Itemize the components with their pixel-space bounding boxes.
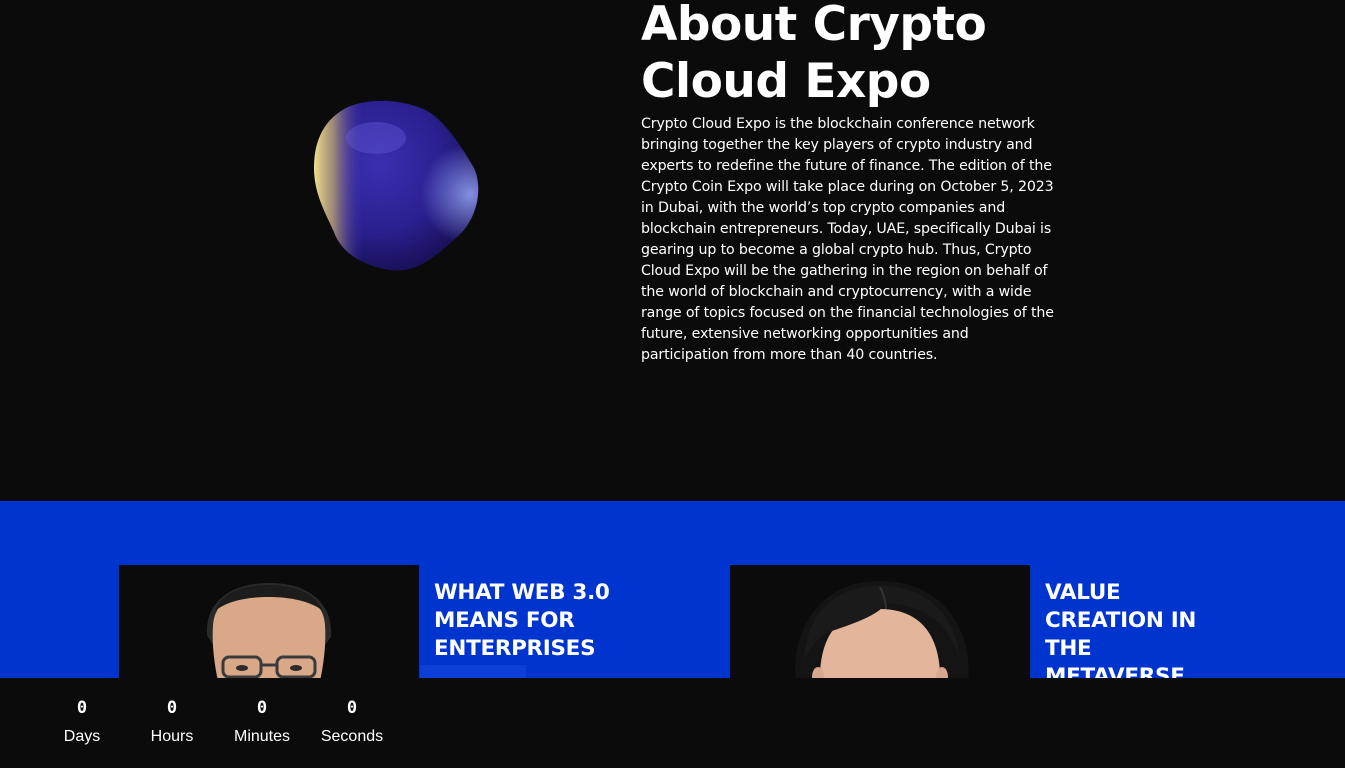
countdown-minutes: 0 Minutes	[217, 696, 307, 746]
3d-blob-graphic	[314, 100, 479, 271]
countdown-minutes-label: Minutes	[233, 728, 291, 745]
countdown-bar: 0 Days 0 Hours 0 Minutes 0 Seconds	[0, 678, 1345, 768]
countdown-hours-value: 0	[166, 698, 178, 718]
countdown-hours: 0 Hours	[127, 696, 217, 746]
sessions-section: WHAT WEB 3.0 MEANS FOR ENTERPRISES VALUE…	[0, 501, 1345, 678]
countdown-minutes-value: 0	[256, 698, 268, 718]
about-section: About Crypto Cloud Expo Crypto Cloud Exp…	[0, 0, 1345, 501]
countdown-seconds-value: 0	[346, 698, 358, 718]
speaker-photo-2	[730, 565, 1030, 678]
countdown-seconds: 0 Seconds	[307, 696, 397, 746]
about-title: About Crypto Cloud Expo	[641, 0, 987, 109]
speaker-portrait-woman	[795, 581, 969, 678]
speaker-photo-1	[119, 565, 419, 678]
countdown-days-label: Days	[63, 728, 101, 745]
countdown-hours-label: Hours	[150, 728, 194, 745]
speaker-portrait-man	[206, 583, 332, 678]
countdown-days-value: 0	[76, 698, 88, 718]
session-tag-strip	[420, 665, 526, 678]
countdown-seconds-label: Seconds	[320, 728, 384, 745]
session-title-1[interactable]: WHAT WEB 3.0 MEANS FOR ENTERPRISES	[434, 579, 644, 663]
about-description: Crypto Cloud Expo is the blockchain conf…	[641, 116, 1054, 363]
countdown-days: 0 Days	[37, 696, 127, 746]
session-title-2[interactable]: VALUE CREATION IN THE METAVERSE	[1045, 579, 1225, 678]
